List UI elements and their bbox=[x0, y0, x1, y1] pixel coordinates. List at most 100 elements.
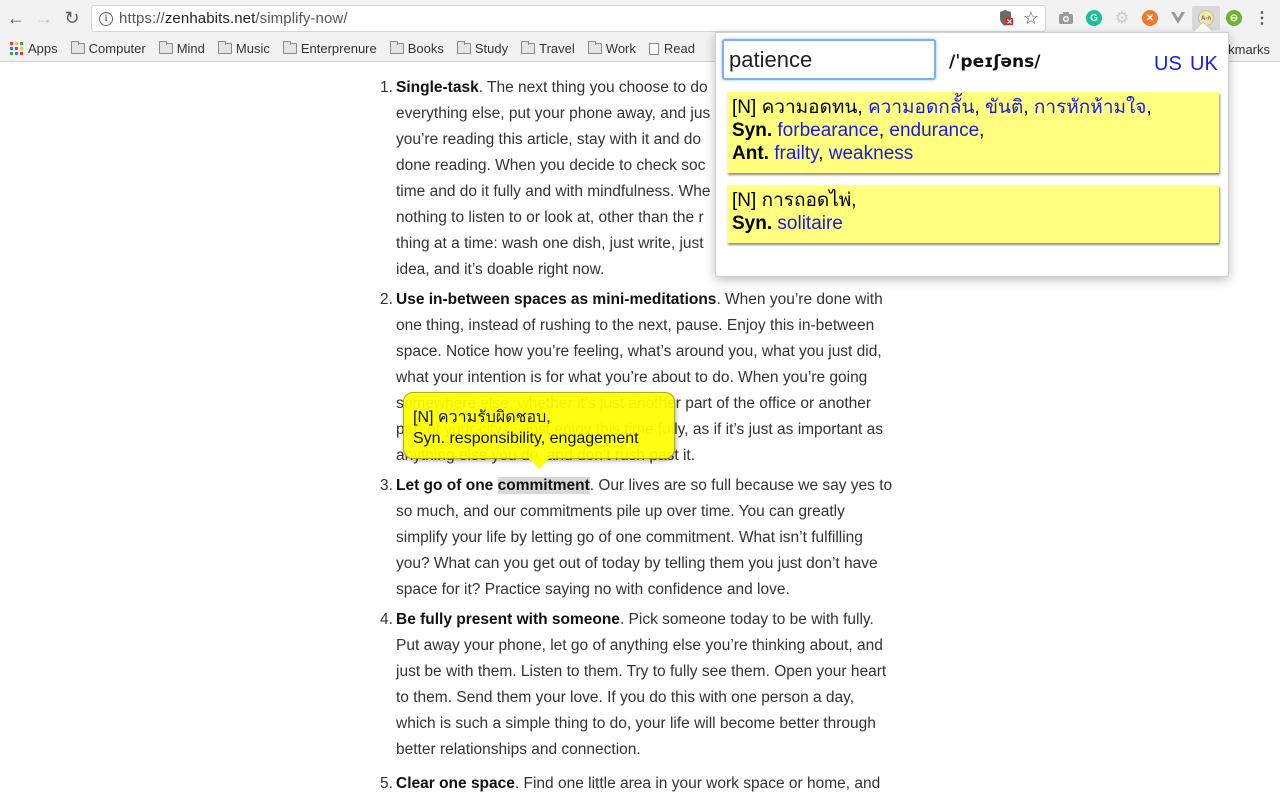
folder-icon bbox=[389, 41, 404, 54]
bookmark-label: Books bbox=[407, 41, 444, 56]
bookmark-label: Apps bbox=[28, 41, 58, 56]
item-title: Clear one space bbox=[396, 775, 515, 792]
bookmark-folder-music[interactable]: Music bbox=[217, 41, 270, 56]
list-number: 3. bbox=[380, 477, 393, 494]
bookmark-folder-mind[interactable]: Mind bbox=[158, 41, 205, 56]
thai-translation: การถอดไพ่ bbox=[761, 190, 852, 211]
list-number: 2. bbox=[380, 291, 393, 308]
part-of-speech: [N] bbox=[732, 97, 757, 118]
bookmark-label: Music bbox=[235, 41, 270, 56]
reload-icon: ↻ bbox=[64, 7, 80, 28]
apps-grid-icon bbox=[10, 42, 23, 55]
info-icon[interactable]: i bbox=[99, 11, 113, 26]
bookmark-folder-travel[interactable]: Travel bbox=[521, 41, 575, 56]
phonetic-text: /ˈpeɪʃəns/ bbox=[949, 52, 1041, 72]
list-number: 5. bbox=[380, 775, 393, 792]
bookmark-apps[interactable]: Apps bbox=[10, 41, 58, 56]
url-path: /simplify-now/ bbox=[255, 10, 348, 27]
bookmark-folder-study[interactable]: Study bbox=[456, 41, 508, 56]
list-number: 4. bbox=[380, 611, 393, 628]
gear-extension-icon[interactable]: ⚙ bbox=[1108, 6, 1136, 30]
forward-arrow-icon: → bbox=[35, 7, 53, 28]
text-line: . The next thing you choose to do bbox=[478, 79, 708, 96]
word-search-input[interactable] bbox=[722, 39, 936, 80]
bookmark-read[interactable]: Read bbox=[648, 41, 695, 56]
antonym-link[interactable]: weakness bbox=[829, 143, 914, 164]
back-arrow-icon: ← bbox=[7, 7, 25, 28]
menu-kebab-icon[interactable]: ⋮ bbox=[1248, 6, 1276, 30]
bookmark-folder-work[interactable]: Work bbox=[587, 41, 636, 56]
shield-blocked-icon[interactable] bbox=[999, 9, 1013, 27]
translation-tooltip: [N] ความรับผิดชอบ, Syn. responsibility, … bbox=[403, 392, 675, 459]
text-line: so much, and our commitments pile up ove… bbox=[396, 503, 845, 520]
thai-translation: ความอดทน bbox=[761, 97, 858, 118]
folder-icon bbox=[587, 41, 602, 54]
antonym-label: Ant. bbox=[732, 143, 769, 164]
synonym-link[interactable]: solitaire bbox=[777, 213, 842, 234]
folder-icon bbox=[456, 41, 471, 54]
grammarly-icon[interactable]: G bbox=[1080, 6, 1108, 30]
selected-word[interactable]: commitment bbox=[497, 477, 590, 494]
text-line: . When you’re done with bbox=[716, 291, 883, 308]
thai-link[interactable]: การหักห้ามใจ bbox=[1034, 97, 1147, 118]
text-line: Put away your phone, let go of anything … bbox=[396, 637, 883, 654]
bookmark-label: Work bbox=[605, 41, 636, 56]
orange-extension-icon[interactable]: ✕ bbox=[1136, 6, 1164, 30]
dictionary-popup: /ˈpeɪʃəns/ US UK [N] ความอดทน, ความอดกลั… bbox=[715, 32, 1229, 277]
text-line: just be with them. Listen to them. Try t… bbox=[396, 663, 887, 680]
folder-icon bbox=[282, 41, 297, 54]
bookmark-star-icon[interactable]: ☆ bbox=[1023, 9, 1039, 27]
part-of-speech: [N] bbox=[732, 190, 757, 211]
browser-toolbar: ← → ↻ i https://zenhabits.net/simplify-n… bbox=[0, 0, 1280, 36]
definition-card: [N] การถอดไพ่, Syn. solitaire bbox=[727, 185, 1219, 243]
forward-button[interactable]: → bbox=[32, 6, 56, 30]
synonym-link[interactable]: endurance bbox=[889, 120, 979, 141]
text-line: better relationships and connection. bbox=[396, 741, 641, 758]
text-line: which is such a simple thing to do, your… bbox=[396, 715, 876, 732]
thai-link[interactable]: ความอดกลั้น bbox=[868, 97, 974, 118]
bookmark-folder-enterprenure[interactable]: Enterprenure bbox=[282, 41, 377, 56]
thai-link[interactable]: ขันติ bbox=[985, 97, 1023, 118]
text-line: space for it? Practice saying no with co… bbox=[396, 581, 790, 598]
list-item: 3. Let go of one commitment. Our lives a… bbox=[378, 473, 908, 603]
tooltip-arrow bbox=[529, 458, 549, 469]
url-scheme: https:// bbox=[119, 10, 165, 27]
item-title: Let go of one bbox=[396, 477, 498, 494]
reload-button[interactable]: ↻ bbox=[60, 6, 84, 30]
bookmark-label: Read bbox=[663, 41, 695, 56]
text-line: one thing, instead of rushing to the nex… bbox=[396, 317, 875, 334]
definition-card: [N] ความอดทน, ความอดกลั้น, ขันติ, การหัก… bbox=[727, 92, 1219, 173]
bookmark-folder-computer[interactable]: Computer bbox=[70, 41, 146, 56]
camera-icon[interactable] bbox=[1052, 6, 1080, 30]
text-line: . Our lives are so full because we say y… bbox=[589, 477, 893, 494]
item-title: Single-task bbox=[396, 79, 479, 96]
synonym-link[interactable]: forbearance bbox=[777, 120, 878, 141]
synonym-label: Syn. bbox=[732, 120, 773, 141]
text-line: to them. Send them your love. If you do … bbox=[396, 689, 855, 706]
extensions-bar: G ⚙ ✕ A-ก ⊖ ⋮ bbox=[1052, 6, 1276, 30]
other-bookmarks[interactable]: kmarks bbox=[1228, 42, 1270, 57]
folder-icon bbox=[521, 41, 536, 54]
pronounce-us-button[interactable]: US bbox=[1154, 53, 1182, 76]
text-line: you? What can you get out of today by te… bbox=[396, 555, 878, 572]
synonym-label: Syn. bbox=[732, 213, 773, 234]
folder-icon bbox=[70, 41, 85, 54]
url-text[interactable]: https://zenhabits.net/simplify-now/ bbox=[119, 10, 348, 27]
text-line: what your intention is for what you’re a… bbox=[396, 369, 868, 386]
back-button[interactable]: ← bbox=[4, 6, 28, 30]
vue-icon[interactable] bbox=[1164, 6, 1192, 30]
bookmark-folder-books[interactable]: Books bbox=[389, 41, 444, 56]
text-line: space. Notice how you’re feeling, what’s… bbox=[396, 343, 882, 360]
tooltip-synonyms: Syn. responsibility, engagement bbox=[413, 430, 639, 447]
green-extension-icon[interactable]: ⊖ bbox=[1220, 6, 1248, 30]
pronounce-uk-button[interactable]: UK bbox=[1190, 53, 1218, 76]
text-line: . Pick someone today to be with fully. bbox=[619, 611, 874, 628]
item-title: Use in-between spaces as mini-meditation… bbox=[396, 291, 717, 308]
address-bar[interactable]: i https://zenhabits.net/simplify-now/ ☆ bbox=[91, 5, 1046, 32]
text-line: . Find one little area in your work spac… bbox=[514, 775, 881, 792]
folder-icon bbox=[158, 41, 173, 54]
list-number: 1. bbox=[380, 79, 393, 96]
antonym-link[interactable]: frailty bbox=[774, 143, 818, 164]
bookmark-label: Computer bbox=[88, 41, 146, 56]
page-icon bbox=[648, 42, 659, 55]
